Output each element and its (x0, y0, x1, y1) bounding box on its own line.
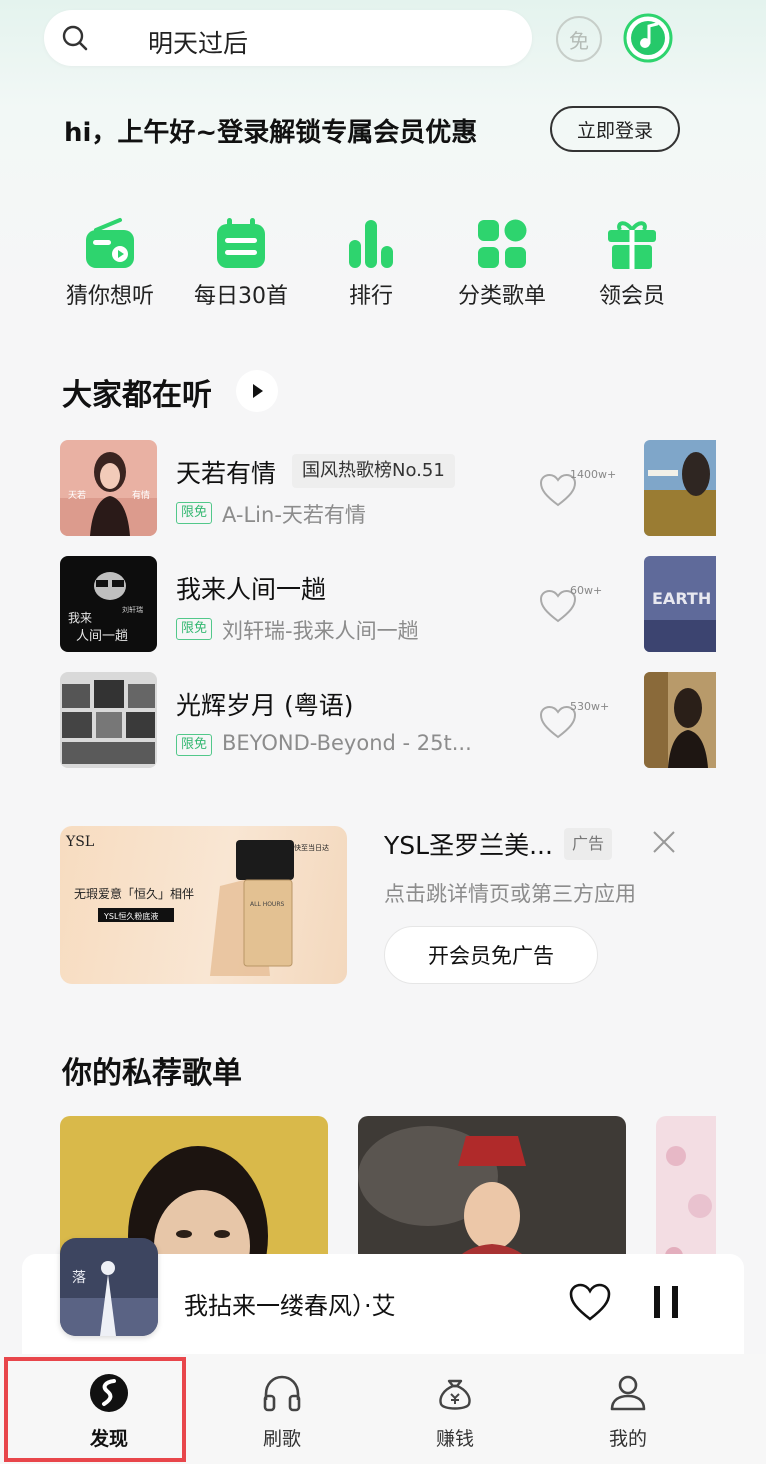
free-tag: 限免 (176, 618, 213, 640)
gift-icon (608, 221, 656, 269)
free-mode-badge[interactable]: 免 (556, 16, 602, 62)
ad-title[interactable]: YSL圣罗兰美... (384, 826, 553, 862)
heart-icon[interactable] (568, 1282, 612, 1322)
album-cover: 天若 有情 (60, 440, 157, 536)
song-row[interactable]: 光辉岁月 (粤语) 限免 BEYOND-Beyond - 25t... 530w… (60, 672, 716, 768)
music-note-icon[interactable] (622, 12, 674, 64)
remove-ads-vip-button[interactable]: 开会员免广告 (384, 926, 598, 984)
calendar-icon (217, 218, 265, 268)
side-album-cover[interactable]: EARTH (644, 556, 716, 652)
svg-text:人间一趟: 人间一趟 (76, 629, 128, 644)
album-cover: 我来 人间一趟 刘轩瑞 (60, 556, 157, 652)
svg-text:YSL: YSL (65, 834, 94, 850)
song-title: 光辉岁月 (粤语) (176, 691, 354, 720)
close-icon[interactable] (652, 830, 676, 854)
play-all-button[interactable] (236, 370, 278, 412)
svg-text:落: 落 (72, 1270, 86, 1286)
now-playing-title[interactable]: 我拈来一缕春风）·艾 (184, 1286, 440, 1321)
quick-entry-guess[interactable]: 猜你想听 (45, 216, 175, 310)
nav-label: 赚钱 (435, 1428, 474, 1450)
quick-entry-category[interactable]: 分类歌单 (437, 216, 567, 310)
nav-label: 刷歌 (262, 1428, 301, 1450)
svg-text:ALL HOURS: ALL HOURS (250, 901, 284, 908)
quick-entry-label: 排行 (348, 284, 393, 309)
quick-entry-vip[interactable]: 领会员 (567, 216, 697, 310)
nav-mine[interactable]: 我的 (568, 1372, 688, 1451)
radio-icon (86, 218, 134, 268)
nav-discover[interactable]: 发现 (49, 1372, 169, 1451)
headphones-icon (263, 1375, 301, 1412)
ranking-bars-icon (349, 220, 393, 268)
person-icon (610, 1375, 646, 1411)
ad-image-slogan: 无瑕爱意「恒久」相伴 (74, 886, 194, 901)
nav-label: 发现 (89, 1428, 128, 1450)
ad-image-product: YSL恒久粉底液 (103, 911, 158, 921)
search-query: 明天过后 (148, 29, 249, 58)
song-row[interactable]: 我来 人间一趟 刘轩瑞 我来人间一趟 限免 刘轩瑞-我来人间一趟 60w+ EA… (60, 556, 716, 652)
ad-tag: 广告 (564, 828, 613, 860)
quick-entry-label: 分类歌单 (457, 284, 546, 309)
album-cover (60, 672, 157, 768)
quick-entry-daily[interactable]: 每日30首 (176, 216, 306, 310)
ad-description[interactable]: 点击跳详情页或第三方应用 (384, 878, 636, 908)
ad-banner-image[interactable]: YSL 无瑕爱意「恒久」相伴 YSL恒久粉底液 ALL HOURS 快至当日达 (60, 826, 347, 984)
like-count: 530w+ (570, 700, 610, 713)
song-artist: BEYOND-Beyond - 25t... (222, 731, 472, 755)
rank-tag: 国风热歌榜No.51 (292, 454, 455, 488)
search-bar[interactable]: 明天过后 (44, 10, 532, 66)
category-grid-icon (478, 219, 527, 268)
nav-earn-money[interactable]: 赚钱 (395, 1372, 515, 1451)
nav-label: 我的 (608, 1428, 647, 1450)
svg-text:刘轩瑞: 刘轩瑞 (122, 605, 143, 614)
song-row[interactable]: 天若 有情 天若有情 国风热歌榜No.51 限免 A-Lin-天若有情 1400… (60, 440, 716, 536)
song-artist: 刘轩瑞-我来人间一趟 (222, 619, 419, 643)
quick-entry-label: 猜你想听 (65, 284, 154, 309)
svg-text:天若: 天若 (68, 489, 86, 501)
quick-entry-ranking[interactable]: 排行 (306, 216, 436, 310)
quick-entry-label: 领会员 (598, 284, 665, 309)
side-album-cover[interactable] (644, 440, 716, 536)
side-album-cover[interactable] (644, 672, 716, 768)
greeting-text: hi，上午好~登录解锁专属会员优惠 (64, 118, 478, 148)
nav-swipe-songs[interactable]: 刷歌 (222, 1372, 342, 1451)
section-title-popular: 大家都在听 (62, 378, 212, 413)
login-button[interactable]: 立即登录 (550, 106, 680, 152)
like-count: 1400w+ (570, 468, 617, 481)
like-count: 60w+ (570, 584, 603, 597)
mini-player-cover[interactable]: 落 (60, 1238, 158, 1336)
svg-text:EARTH: EARTH (652, 589, 711, 608)
song-artist: A-Lin-天若有情 (222, 503, 366, 527)
play-icon (253, 384, 263, 398)
pause-icon[interactable] (652, 1284, 682, 1320)
ad-image-delivery: 快至当日达 (294, 843, 329, 852)
quick-entry-label: 每日30首 (194, 284, 288, 309)
song-title: 我来人间一趟 (176, 575, 327, 604)
song-title: 天若有情 (176, 459, 277, 488)
svg-text:我来: 我来 (68, 611, 92, 625)
discover-icon (90, 1374, 128, 1412)
section-title-private: 你的私荐歌单 (62, 1056, 242, 1091)
free-tag: 限免 (176, 734, 213, 756)
search-icon (62, 25, 88, 51)
svg-text:有情: 有情 (132, 489, 150, 501)
money-bag-icon (439, 1379, 471, 1410)
free-tag: 限免 (176, 502, 213, 524)
